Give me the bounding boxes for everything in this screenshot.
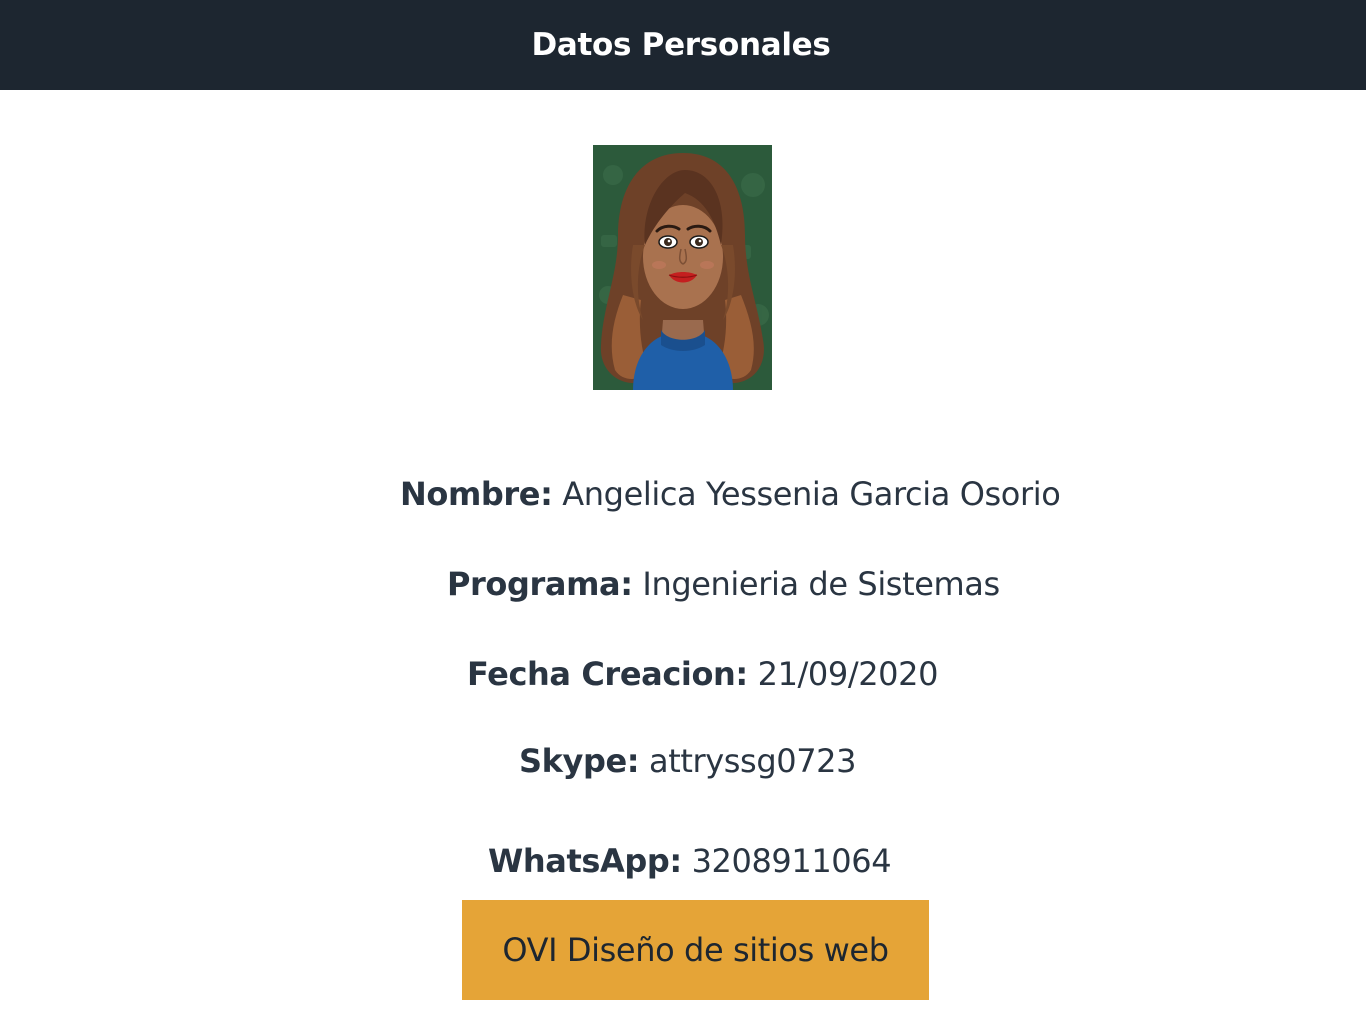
avatar-bitmoji-icon bbox=[593, 145, 772, 390]
field-fecha-creacion-value: 21/09/2020 bbox=[757, 655, 939, 693]
field-nombre-value: Angelica Yessenia Garcia Osorio bbox=[562, 475, 1061, 513]
field-fecha-creacion-label: Fecha Creacion: bbox=[467, 655, 748, 693]
field-skype: Skype: attryssg0723 bbox=[519, 741, 856, 781]
field-fecha-creacion: Fecha Creacion: 21/09/2020 bbox=[467, 654, 938, 694]
field-programa-label: Programa: bbox=[447, 565, 633, 603]
page-title: Datos Personales bbox=[531, 27, 831, 63]
field-whatsapp-value: 3208911064 bbox=[691, 842, 892, 880]
field-nombre-label: Nombre: bbox=[400, 475, 553, 513]
field-nombre: Nombre: Angelica Yessenia Garcia Osorio bbox=[400, 474, 1061, 514]
field-programa: Programa: Ingenieria de Sistemas bbox=[447, 564, 1000, 604]
field-whatsapp: WhatsApp: 3208911064 bbox=[488, 841, 892, 881]
field-skype-label: Skype: bbox=[519, 742, 640, 780]
field-programa-value: Ingenieria de Sistemas bbox=[642, 565, 1000, 603]
avatar-image bbox=[593, 145, 772, 390]
field-skype-value: attryssg0723 bbox=[648, 742, 857, 780]
ovi-course-button[interactable]: OVI Diseño de sitios web bbox=[462, 900, 929, 1000]
field-whatsapp-label: WhatsApp: bbox=[488, 842, 682, 880]
top-header-bar: Datos Personales bbox=[0, 0, 1366, 90]
